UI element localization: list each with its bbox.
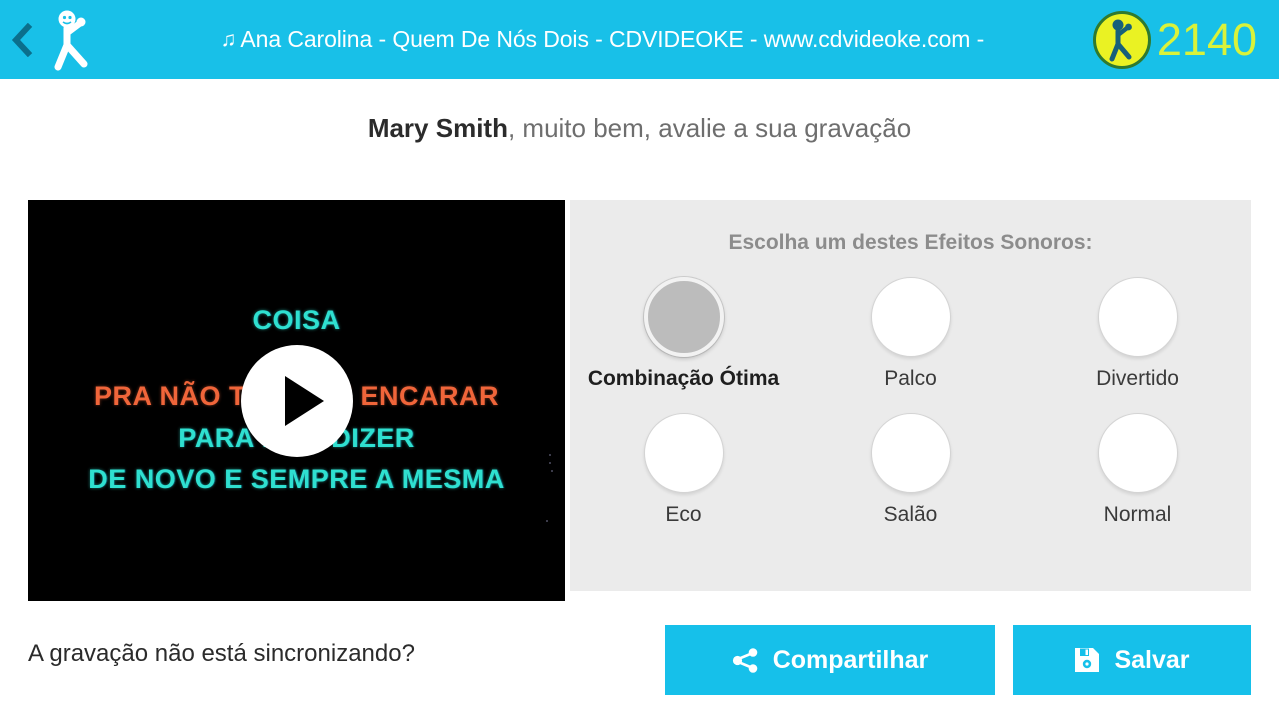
share-button-label: Compartilhar bbox=[772, 645, 929, 674]
share-icon bbox=[732, 647, 759, 674]
save-button[interactable]: Salvar bbox=[1013, 625, 1251, 695]
effect-option-eco[interactable]: Eco bbox=[570, 413, 797, 527]
video-noise-speck bbox=[549, 454, 551, 456]
effect-label: Eco bbox=[665, 503, 702, 526]
radio-button[interactable] bbox=[643, 413, 724, 493]
header-title-area: ♫ Ana Carolina - Quem De Nós Dois - CDVI… bbox=[102, 0, 1093, 79]
save-button-label: Salvar bbox=[1114, 645, 1190, 674]
lyric-line: DE NOVO E SEMPRE A MESMA bbox=[88, 464, 505, 495]
effect-option-salao[interactable]: Salão bbox=[797, 413, 1024, 527]
score-coin-icon bbox=[1092, 10, 1151, 69]
effect-label: Salão bbox=[883, 503, 938, 526]
score-badge: 2140 bbox=[1092, 0, 1279, 79]
effects-heading: Escolha um destes Efeitos Sonoros: bbox=[728, 231, 1093, 254]
play-button-icon bbox=[240, 344, 353, 457]
effect-label: Combinação Ótima bbox=[587, 367, 780, 390]
app-header: ♫ Ana Carolina - Quem De Nós Dois - CDVI… bbox=[0, 0, 1279, 79]
radio-button[interactable] bbox=[1097, 277, 1178, 357]
user-name: Mary Smith bbox=[367, 113, 508, 143]
radio-button[interactable] bbox=[870, 413, 951, 493]
karaoke-singer-logo-icon bbox=[50, 9, 96, 71]
music-note-icon: ♫ bbox=[220, 27, 237, 51]
effect-option-combinacao-otima[interactable]: Combinação Ótima bbox=[570, 277, 797, 391]
radio-button-selected[interactable] bbox=[643, 277, 724, 357]
effect-label: Palco bbox=[884, 367, 937, 390]
video-preview[interactable]: COISA PRA NÃO TER QUE ENCARAR PARA NÃO D… bbox=[28, 200, 565, 601]
effect-option-normal[interactable]: Normal bbox=[1024, 413, 1251, 527]
score-value: 2140 bbox=[1156, 14, 1257, 65]
radio-button[interactable] bbox=[1097, 413, 1178, 493]
play-button[interactable] bbox=[240, 344, 353, 457]
back-button[interactable] bbox=[0, 0, 44, 79]
effects-options-grid: Combinação Ótima Palco Divertido Eco Sal… bbox=[570, 277, 1251, 527]
app-logo[interactable] bbox=[44, 0, 102, 79]
sound-effects-panel: Escolha um destes Efeitos Sonoros: Combi… bbox=[570, 200, 1251, 591]
effect-option-palco[interactable]: Palco bbox=[797, 277, 1024, 391]
share-button[interactable]: Compartilhar bbox=[665, 625, 995, 695]
video-noise-speck bbox=[549, 462, 551, 464]
lyric-line: COISA bbox=[252, 305, 341, 335]
floppy-disk-save-icon bbox=[1074, 647, 1100, 673]
sync-question-link[interactable]: A gravação não está sincronizando? bbox=[28, 640, 415, 668]
video-noise-speck bbox=[551, 470, 553, 472]
effect-label: Normal bbox=[1103, 503, 1172, 526]
effect-label: Divertido bbox=[1096, 367, 1179, 390]
video-noise-speck bbox=[546, 520, 548, 522]
song-title: Ana Carolina - Quem De Nós Dois - CDVIDE… bbox=[240, 26, 985, 52]
prompt-text: , muito bem, avalie a sua gravação bbox=[507, 113, 912, 143]
radio-button[interactable] bbox=[870, 277, 951, 357]
effect-option-divertido[interactable]: Divertido bbox=[1024, 277, 1251, 391]
chevron-left-icon bbox=[11, 22, 33, 57]
prompt-message: Mary Smith, muito bem, avalie a sua grav… bbox=[0, 113, 1279, 144]
